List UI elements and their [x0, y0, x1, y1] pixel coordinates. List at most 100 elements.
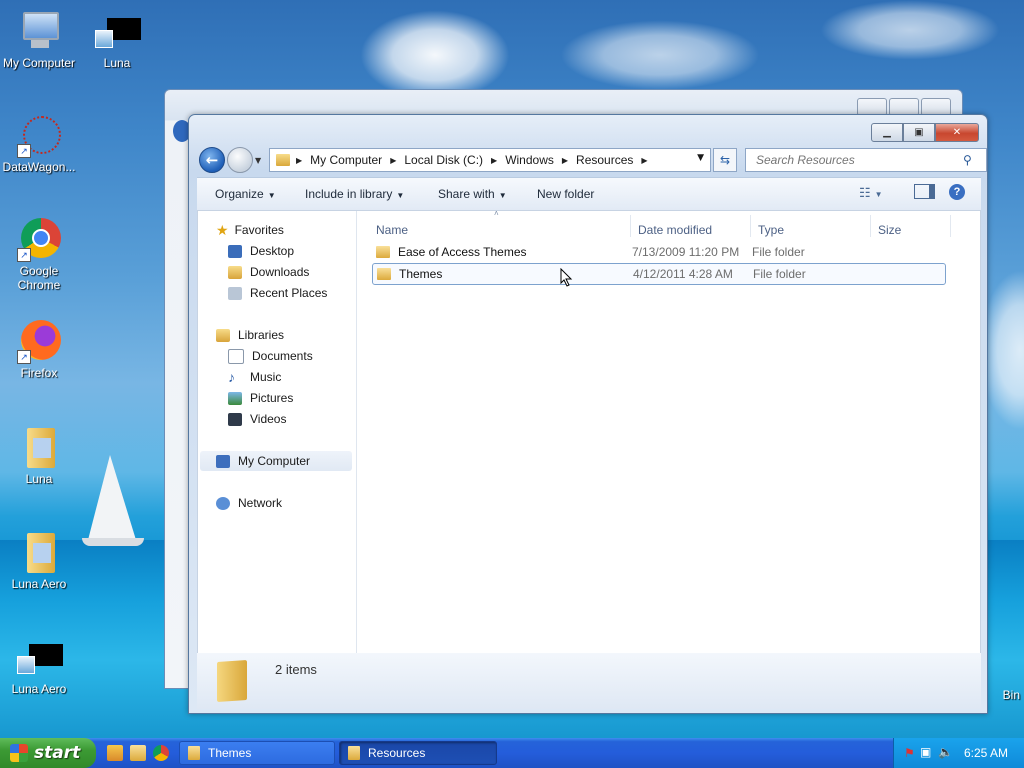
cloud: [360, 10, 510, 100]
taskbar-item-label: Resources: [368, 746, 426, 760]
taskbar-item-themes[interactable]: Themes: [179, 741, 335, 765]
nav-label: Recent Places: [250, 286, 328, 300]
navigation-pane: ★ Favorites Desktop Downloads Recent Plac…: [198, 211, 357, 653]
nav-label: Downloads: [250, 265, 310, 279]
start-label: start: [34, 743, 81, 763]
caption-buttons: ▁ ▣ ✕: [871, 123, 979, 142]
column-divider[interactable]: [870, 215, 871, 237]
chevron-right-icon[interactable]: ▶: [390, 156, 396, 165]
address-dropdown-icon[interactable]: ▼: [697, 153, 704, 163]
nav-item-videos[interactable]: Videos: [228, 409, 286, 429]
breadcrumb-local-disk[interactable]: Local Disk (C:): [404, 153, 483, 167]
nav-item-favorites[interactable]: ★ Favorites: [216, 220, 284, 240]
forward-button[interactable]: [227, 147, 253, 173]
preview-pane-button[interactable]: [914, 184, 935, 199]
file-type: File folder: [752, 245, 805, 259]
desktop-icon-label: Firefox: [20, 366, 58, 380]
explorer-window[interactable]: ▁ ▣ ✕ ← ▼ ▶ My Computer ▶ Local Disk (C:…: [188, 114, 988, 714]
chevron-right-icon[interactable]: ▶: [491, 156, 497, 165]
breadcrumb-resources[interactable]: Resources: [576, 153, 633, 167]
folder-icon: [376, 246, 390, 258]
nav-label: My Computer: [238, 454, 311, 468]
music-icon: ♪: [228, 369, 235, 385]
pictures-icon: [228, 391, 242, 405]
nav-item-recent-places[interactable]: Recent Places: [228, 283, 327, 303]
maximize-icon: ▣: [914, 127, 924, 138]
nav-item-music[interactable]: ♪ Music: [228, 367, 281, 387]
nav-item-downloads[interactable]: Downloads: [228, 262, 309, 282]
explorer-icon[interactable]: [130, 745, 146, 761]
datawagon-icon: ↗: [17, 114, 61, 158]
desktop-icon-datawagon[interactable]: ↗ DataWagon...: [0, 114, 81, 174]
minimize-button[interactable]: ▁: [871, 123, 903, 142]
search-icon[interactable]: ⚲: [963, 153, 972, 167]
desktop-icon-luna-shortcut[interactable]: Luna: [75, 10, 159, 70]
computer-icon: [17, 10, 61, 54]
recent-pages-dropdown-icon[interactable]: ▼: [255, 156, 261, 165]
desktop-icon-luna-aero-shortcut[interactable]: Luna Aero: [0, 636, 81, 696]
search-input[interactable]: [754, 152, 963, 168]
column-divider[interactable]: [950, 215, 951, 237]
command-bar: Organize ▼ Include in library ▼ Share with…: [197, 177, 981, 211]
desktop-icon-label: Luna: [25, 472, 53, 486]
share-with-button[interactable]: Share with ▼: [438, 187, 507, 201]
shortcut-icon: [95, 10, 141, 54]
desktop-icon-label: Google Chrome: [17, 264, 61, 292]
file-name: Ease of Access Themes: [398, 245, 527, 259]
media-player-icon[interactable]: [107, 745, 123, 761]
column-header-name[interactable]: Name: [376, 223, 408, 237]
cloud: [560, 20, 760, 90]
nav-label: Network: [238, 496, 283, 510]
chevron-down-icon: ▼: [267, 191, 276, 200]
chevron-right-icon[interactable]: ▶: [562, 156, 568, 165]
desktop-icon-luna-folder[interactable]: Luna: [0, 426, 81, 486]
desktop-icon-label: DataWagon...: [2, 160, 76, 174]
desktop-icon-label: Bin: [1002, 688, 1020, 702]
search-box[interactable]: ⚲: [745, 148, 987, 172]
nav-item-network[interactable]: Network: [216, 493, 282, 513]
volume-icon[interactable]: 🔈: [938, 745, 953, 759]
nav-item-pictures[interactable]: Pictures: [228, 388, 293, 408]
mouse-cursor-icon: [560, 268, 573, 287]
start-button[interactable]: start: [0, 738, 96, 768]
cloud: [820, 0, 1000, 60]
close-button[interactable]: ✕: [935, 123, 979, 142]
desktop-icon-luna-aero-folder[interactable]: Luna Aero: [0, 531, 81, 591]
chevron-right-icon[interactable]: ▶: [641, 156, 647, 165]
desktop-icon-chrome[interactable]: ↗ Google Chrome: [0, 218, 81, 292]
change-view-button[interactable]: ☷ ▼: [859, 185, 883, 201]
network-status-icon[interactable]: ▣: [920, 745, 931, 759]
nav-item-libraries[interactable]: Libraries: [216, 325, 284, 345]
taskbar-item-resources[interactable]: Resources: [339, 741, 497, 765]
nav-item-documents[interactable]: Documents: [228, 346, 313, 366]
desktop-icon-firefox[interactable]: ↗ Firefox: [0, 320, 81, 380]
help-button[interactable]: ?: [949, 184, 965, 200]
refresh-button[interactable]: ⇆: [713, 148, 737, 172]
firefox-icon: ↗: [17, 320, 61, 364]
column-header-date-modified[interactable]: Date modified: [638, 223, 712, 237]
breadcrumb-windows[interactable]: Windows: [505, 153, 554, 167]
include-in-library-button[interactable]: Include in library ▼: [305, 187, 404, 201]
desktop-icon-my-computer[interactable]: My Computer: [0, 10, 81, 70]
nav-item-my-computer[interactable]: My Computer: [200, 451, 352, 471]
column-header-size[interactable]: Size: [878, 223, 901, 237]
clock[interactable]: 6:25 AM: [964, 746, 1008, 760]
breadcrumb-my-computer[interactable]: My Computer: [310, 153, 382, 167]
file-date: 4/12/2011 4:28 AM: [633, 267, 733, 281]
share-with-label: Share with: [438, 187, 495, 201]
back-button[interactable]: ←: [199, 147, 225, 173]
navigation-bar: ← ▼ ▶ My Computer ▶ Local Disk (C:) ▶ Wi…: [197, 145, 987, 173]
chevron-right-icon[interactable]: ▶: [296, 156, 302, 165]
nav-item-desktop[interactable]: Desktop: [228, 241, 294, 261]
column-header-type[interactable]: Type: [758, 223, 784, 237]
organize-button[interactable]: Organize ▼: [215, 187, 276, 201]
column-divider[interactable]: [630, 215, 631, 237]
column-divider[interactable]: [750, 215, 751, 237]
chrome-icon[interactable]: [153, 745, 169, 761]
maximize-button[interactable]: ▣: [903, 123, 935, 142]
action-center-flag-icon[interactable]: ⚑: [904, 746, 915, 760]
new-folder-button[interactable]: New folder: [537, 187, 594, 201]
address-bar[interactable]: ▶ My Computer ▶ Local Disk (C:) ▶ Window…: [269, 148, 711, 172]
file-row-selected[interactable]: Themes 4/12/2011 4:28 AM File folder: [372, 263, 946, 285]
file-row[interactable]: Ease of Access Themes 7/13/2009 11:20 PM…: [372, 242, 944, 262]
